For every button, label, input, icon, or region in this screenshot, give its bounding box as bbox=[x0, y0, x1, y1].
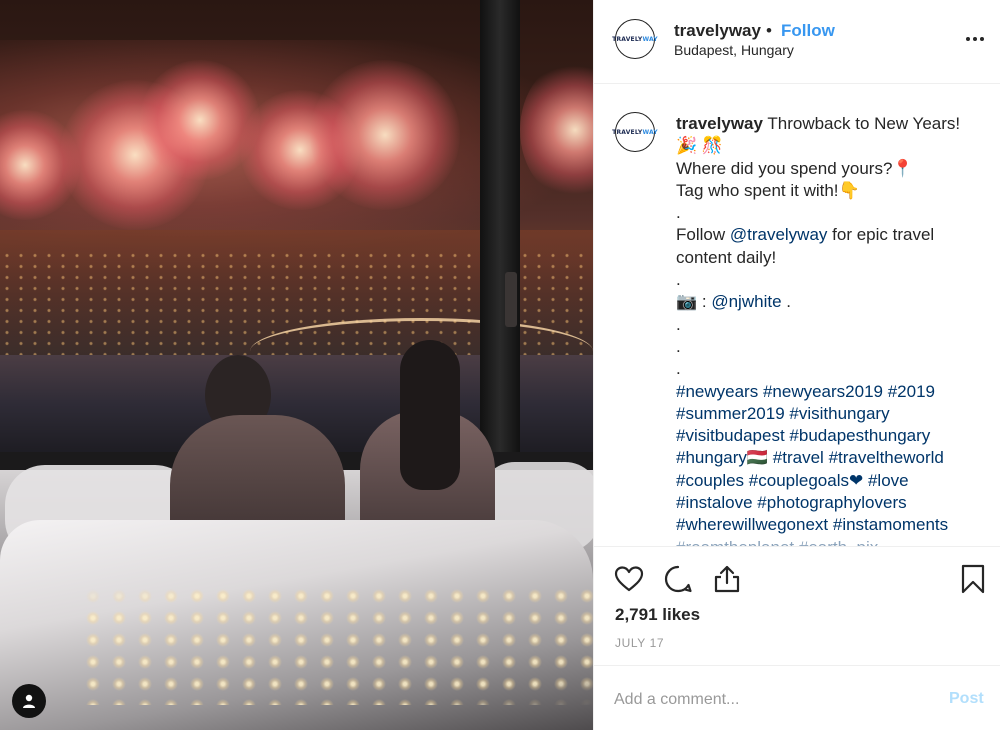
bookmark-icon[interactable] bbox=[957, 563, 989, 595]
post-photo[interactable] bbox=[0, 0, 593, 730]
hashtag-link[interactable]: #2019 bbox=[888, 382, 935, 401]
more-options-icon[interactable] bbox=[966, 30, 992, 48]
string-lights bbox=[80, 585, 593, 705]
post-button[interactable]: Post bbox=[949, 690, 984, 708]
window-handle bbox=[505, 272, 517, 327]
hashtag-link[interactable]: #visithungary bbox=[789, 404, 889, 423]
follow-button[interactable]: Follow bbox=[781, 21, 835, 41]
hashtag-link[interactable]: #love bbox=[868, 471, 909, 490]
hashtag-link[interactable]: #instalove bbox=[676, 493, 753, 512]
hashtag-link[interactable]: #couplegoals❤ bbox=[749, 471, 863, 490]
location-link[interactable]: Budapest, Hungary bbox=[674, 42, 794, 58]
mention-link[interactable]: @travelyway bbox=[730, 225, 828, 244]
hashtag-link[interactable]: #roamtheplanet #earth_pix bbox=[676, 538, 878, 546]
hashtag-link[interactable]: #instamoments bbox=[833, 515, 948, 534]
hashtag-link[interactable]: #photographylovers bbox=[757, 493, 906, 512]
caption: travelyway Throwback to New Years! 🎉 🎊 W… bbox=[676, 113, 976, 546]
person-silhouette bbox=[170, 355, 345, 545]
person-silhouette bbox=[350, 340, 500, 530]
hashtag-link[interactable]: #travel bbox=[773, 448, 824, 467]
hashtag-link[interactable]: #visitbudapest bbox=[676, 426, 785, 445]
likes-count[interactable]: 2,791 likes bbox=[615, 605, 700, 625]
user-tag-icon[interactable] bbox=[12, 684, 46, 718]
hashtag-link[interactable]: #newyears bbox=[676, 382, 758, 401]
hashtag-link[interactable]: #traveltheworld bbox=[829, 448, 944, 467]
comments-section[interactable]: TRAVELYWAY travelyway Throwback to New Y… bbox=[594, 84, 1000, 546]
separator: • bbox=[766, 21, 772, 40]
post-details-panel: TRAVELYWAY travelyway • Follow Budapest,… bbox=[593, 0, 1000, 730]
mention-link[interactable]: @njwhite bbox=[711, 292, 781, 311]
hashtag-link[interactable]: #wherewillwegonext bbox=[676, 515, 828, 534]
post-actions: 2,791 likes JULY 17 bbox=[594, 546, 1000, 666]
comment-input[interactable] bbox=[614, 688, 934, 712]
avatar[interactable]: TRAVELYWAY bbox=[612, 19, 658, 59]
hashtag-link[interactable]: #hungary🇭🇺 bbox=[676, 448, 768, 467]
hashtag-link[interactable]: #newyears2019 bbox=[763, 382, 883, 401]
hashtag-link[interactable]: #budapesthungary bbox=[789, 426, 930, 445]
firework-burst bbox=[310, 60, 460, 210]
post-header: TRAVELYWAY travelyway • Follow Budapest,… bbox=[594, 0, 1000, 84]
post-date[interactable]: JULY 17 bbox=[615, 636, 664, 650]
comment-icon[interactable] bbox=[662, 563, 694, 595]
add-comment-bar: Post bbox=[594, 665, 1000, 730]
share-icon[interactable] bbox=[711, 563, 743, 595]
username-link[interactable]: travelyway bbox=[674, 21, 761, 41]
hashtag-link[interactable]: #couples bbox=[676, 471, 744, 490]
heart-icon[interactable] bbox=[613, 563, 645, 595]
avatar[interactable]: TRAVELYWAY bbox=[612, 112, 658, 152]
hashtag-link[interactable]: #summer2019 bbox=[676, 404, 785, 423]
caption-username[interactable]: travelyway bbox=[676, 114, 763, 133]
